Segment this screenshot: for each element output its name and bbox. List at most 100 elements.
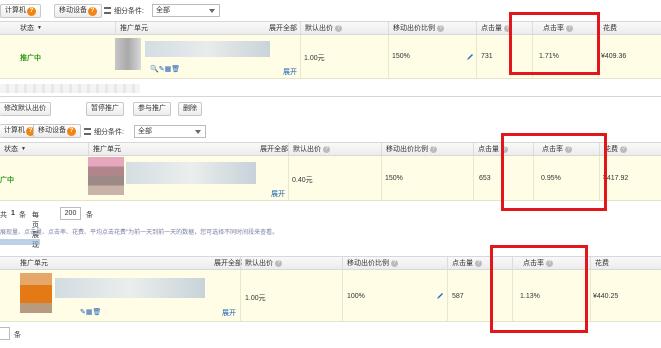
col-status[interactable]: 状态 ▼: [0, 143, 88, 155]
tab-computer-label: 计算机: [5, 7, 26, 14]
col-cost: 花费?: [599, 143, 661, 155]
mobile-ratio-value: 150%: [385, 175, 403, 182]
pagination-prefix: 共: [0, 212, 7, 219]
filter-select-value: 全部: [138, 128, 152, 135]
cost-value: ¥440.25: [593, 293, 619, 300]
help-icon: ?: [391, 259, 398, 267]
help-icon: ?: [88, 7, 97, 16]
help-icon: ?: [323, 145, 330, 153]
expand-all-label: 展开全部: [260, 146, 288, 153]
modify-bid-button[interactable]: 修改默认出价: [0, 102, 51, 116]
col-clicks-label: 点击量: [478, 146, 499, 153]
filter-label: 细分条件:: [114, 8, 144, 15]
filter-icon: [104, 7, 111, 14]
col-bid-label: 默认出价: [305, 25, 333, 32]
per-page-input[interactable]: [0, 327, 10, 340]
col-cost-label: 花费: [595, 260, 609, 267]
col-ratio-label: 移动出价比例: [386, 146, 428, 153]
sort-down-icon: ▼: [21, 146, 26, 152]
tab-computer[interactable]: 计算机?: [0, 4, 41, 18]
per-page-input[interactable]: 200: [60, 207, 81, 220]
chevron-down-icon: [195, 130, 201, 134]
col-status-label: 状态: [20, 25, 34, 32]
edit-icon[interactable]: [466, 53, 474, 61]
tab-mobile-label: 移动设备: [59, 7, 87, 14]
col-cost: 花费: [598, 22, 661, 34]
col-unit: 推广单元: [115, 22, 265, 34]
expand-all-link[interactable]: 展开全部: [256, 143, 288, 155]
divider: [590, 270, 591, 321]
divider: [240, 270, 241, 321]
product-thumbnail: [88, 157, 124, 195]
pagination-suffix: 条: [19, 212, 26, 219]
modify-bid-label: 修改默认出价: [4, 105, 46, 112]
help-icon: ?: [27, 7, 36, 16]
ctr-highlight-box: [501, 133, 607, 211]
col-mobile-ratio: 移动出价比例?: [342, 257, 447, 269]
default-bid-value[interactable]: 0.40元: [292, 175, 313, 185]
col-ratio-label: 移动出价比例: [393, 25, 435, 32]
sort-down-icon: ▼: [37, 25, 42, 31]
tab-mobile[interactable]: 移动设备?: [33, 124, 81, 138]
filter-icon: [84, 128, 91, 135]
col-default-bid: 默认出价?: [288, 143, 381, 155]
mobile-ratio-value: 100%: [347, 293, 365, 300]
divider: [288, 156, 289, 200]
filter-select[interactable]: 全部: [152, 4, 220, 17]
expand-all-label: 展开全部: [269, 25, 297, 32]
clicks-value: 731: [481, 53, 493, 60]
action-icons[interactable]: ✎▦🗑: [80, 308, 101, 316]
default-bid-value[interactable]: 1.00元: [245, 293, 266, 303]
default-bid-value[interactable]: 1.00元: [304, 53, 325, 63]
delete-button[interactable]: 删除: [178, 102, 202, 116]
col-mobile-ratio: 移动出价比例?: [381, 143, 473, 155]
divider: [473, 156, 474, 200]
divider: [476, 35, 477, 78]
action-icons[interactable]: 🔍✎▦🗑: [150, 65, 180, 73]
blurred-strip: [0, 84, 140, 93]
mobile-ratio-value: 150%: [392, 53, 410, 60]
col-clicks-label: 点击量: [452, 260, 473, 267]
filter-select-value: 全部: [156, 7, 170, 14]
cost-value: ¥409.36: [601, 53, 627, 60]
filter-select[interactable]: 全部: [134, 125, 206, 138]
col-ratio-label: 移动出价比例: [347, 260, 389, 267]
pause-button[interactable]: 暂停推广: [86, 102, 124, 116]
divider: [342, 270, 343, 321]
expand-all-link[interactable]: 展开全部: [265, 22, 300, 34]
col-unit: 推广单元: [0, 257, 210, 269]
edit-icon[interactable]: [436, 292, 444, 300]
help-icon: ?: [475, 259, 482, 267]
col-default-bid: 默认出价?: [240, 257, 342, 269]
col-status-label: 状态: [4, 146, 18, 153]
col-bid-label: 默认出价: [293, 146, 321, 153]
col-unit: 推广单元: [88, 143, 258, 155]
pause-label: 暂停推广: [91, 105, 119, 112]
col-unit-label: 推广单元: [120, 25, 148, 32]
chevron-down-icon: [209, 9, 215, 13]
expand-link[interactable]: 展开: [222, 308, 236, 318]
ctr-highlight-box: [490, 245, 588, 333]
col-mobile-ratio: 移动出价比例?: [388, 22, 476, 34]
per-page-value: 200: [64, 210, 77, 217]
help-icon: ?: [437, 24, 444, 32]
divider: [300, 35, 301, 78]
col-unit-label: 推广单元: [93, 146, 121, 153]
col-cost-label: 花费: [603, 25, 617, 32]
clicks-value: 587: [452, 293, 464, 300]
col-status[interactable]: 状态 ▼: [0, 22, 90, 34]
expand-link[interactable]: 展开: [271, 189, 285, 199]
expand-link[interactable]: 展开: [283, 67, 297, 77]
help-icon: ?: [67, 127, 76, 136]
tab-mobile[interactable]: 移动设备?: [54, 4, 102, 18]
blurred-strip: [0, 239, 40, 245]
join-button[interactable]: 参与推广: [133, 102, 171, 116]
expand-all-link[interactable]: 展开全部: [210, 257, 242, 269]
unit-name-text: [55, 278, 205, 298]
help-icon: ?: [430, 145, 437, 153]
help-icon: ?: [275, 259, 282, 267]
per-page-suffix: 条: [86, 212, 93, 219]
divider: [447, 270, 448, 321]
help-icon: ?: [335, 24, 342, 32]
unit-name-text: [145, 41, 270, 57]
